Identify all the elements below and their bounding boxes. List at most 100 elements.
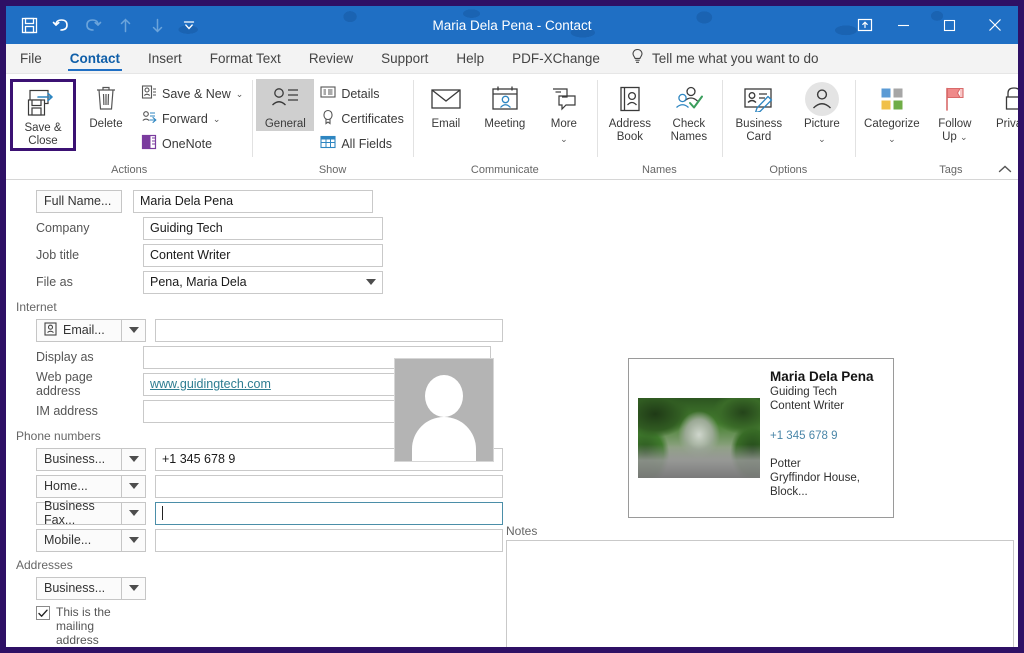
full-name-button[interactable]: Full Name... [36,189,122,213]
tab-format-text[interactable]: Format Text [196,44,295,73]
check-names-label: Check Names [670,118,708,143]
chevron-down-icon [128,483,139,489]
tell-me-search[interactable]: Tell me what you want to do [614,44,819,73]
chevron-down-icon[interactable]: ⌄ [236,89,244,100]
email-type-button[interactable]: Email... [36,318,122,342]
tab-pdf-xchange[interactable]: PDF-XChange [498,44,614,73]
show-small-buttons: Details Certificates All Fields [315,79,409,156]
address-type-dropdown[interactable] [122,576,146,600]
tab-contact[interactable]: Contact [56,44,134,73]
address-book-button[interactable]: Address Book [601,79,659,143]
file-as-combobox[interactable]: Pena, Maria Dela [143,270,383,294]
business-card-label: Business Card [735,118,783,143]
email-type-dropdown[interactable] [122,318,146,342]
private-button[interactable]: Private [985,79,1018,131]
tell-me-placeholder: Tell me what you want to do [651,51,819,66]
phone-mobile-type-button[interactable]: Mobile... [36,528,122,552]
web-page-label: Web page address [36,370,93,398]
general-button[interactable]: General [256,79,315,131]
check-names-button[interactable]: Check Names [660,79,718,143]
business-card-preview[interactable]: Maria Dela Pena Guiding Tech Content Wri… [628,358,894,518]
certificate-icon [320,109,336,130]
undo-icon[interactable] [46,11,76,39]
phone-business-dropdown[interactable] [122,447,146,471]
phone-home-dropdown[interactable] [122,474,146,498]
address-type-button[interactable]: Business... [36,576,122,600]
tab-review[interactable]: Review [295,44,367,73]
follow-up-button[interactable]: Follow Up ⌄ [926,79,984,143]
business-card-name: Maria Dela Pena [770,369,874,384]
picture-button[interactable]: Picture ⌄ [793,79,851,145]
follow-up-label: Follow Up ⌄ [938,118,972,143]
save-and-close-button[interactable]: Save & Close [14,83,72,147]
job-title-label: Job title [36,248,80,262]
full-name-input[interactable]: Maria Dela Pena [133,189,373,213]
save-and-new-icon [141,84,157,105]
job-title-input[interactable]: Content Writer [143,243,383,267]
business-card-address: Potter Gryffindor House, Block... [770,457,884,499]
phone-business-type-button[interactable]: Business... [36,447,122,471]
phone-business-fax-type-button[interactable]: Business Fax... [36,499,122,527]
details-icon [320,85,336,104]
company-input[interactable]: Guiding Tech [143,216,383,240]
lightbulb-icon [630,48,645,70]
tab-support[interactable]: Support [367,44,442,73]
business-card-photo [638,398,760,478]
categorize-button[interactable]: Categorize ⌄ [859,79,925,145]
notes-input[interactable] [506,540,1014,647]
more-icon [550,83,578,115]
ribbon-display-options-icon[interactable] [850,12,880,38]
more-button[interactable]: More ⌄ [535,79,593,145]
trash-icon [95,83,117,115]
tab-insert[interactable]: Insert [134,44,196,73]
close-icon[interactable] [972,6,1018,44]
email-button[interactable]: Email [417,79,475,131]
email-icon [430,83,462,115]
chevron-down-icon[interactable]: ⌄ [888,134,896,145]
all-fields-button[interactable]: All Fields [315,132,409,156]
collapse-ribbon-icon[interactable] [998,164,1012,177]
forward-label: Forward [162,112,208,126]
phone-business-fax-dropdown[interactable] [122,501,146,525]
save-and-new-button[interactable]: Save & New ⌄ [136,82,248,106]
forward-button[interactable]: Forward ⌄ [136,107,248,131]
mailing-address-checkbox[interactable] [36,606,50,620]
email-input[interactable] [155,318,503,342]
business-card-button[interactable]: Business Card [726,79,792,143]
web-page-link[interactable]: www.guidingtech.com [150,377,271,391]
maximize-icon[interactable] [926,6,972,44]
tab-help[interactable]: Help [442,44,498,73]
phone-mobile-input[interactable] [155,528,503,552]
full-name-row: Full Name... Maria Dela Pena [14,188,1008,214]
contact-photo-placeholder[interactable] [394,358,494,462]
lock-icon [1002,83,1018,115]
onenote-icon [141,134,157,155]
tab-file[interactable]: File [6,44,56,73]
details-button[interactable]: Details [315,82,409,106]
business-card-address-line2: Gryffindor House, Block... [770,472,860,498]
check-names-icon [674,83,704,115]
phone-business-fax-input[interactable] [155,501,503,525]
group-label-names: Names [641,164,677,176]
certificates-button[interactable]: Certificates [315,107,409,131]
chevron-down-icon[interactable]: ⌄ [213,114,221,125]
customize-quick-access-toolbar-icon[interactable] [174,11,204,39]
onenote-button[interactable]: OneNote [136,132,248,156]
minimize-icon[interactable] [880,6,926,44]
meeting-icon [490,83,520,115]
chevron-down-icon[interactable] [366,279,376,285]
delete-button[interactable]: Delete [77,79,135,131]
meeting-label: Meeting [484,118,526,130]
next-item-icon [142,11,172,39]
chevron-down-icon[interactable]: ⌄ [818,134,826,145]
phone-home-type-button[interactable]: Home... [36,474,122,498]
save-icon[interactable] [14,11,44,39]
im-address-label: IM address [36,404,98,418]
file-as-label: File as [36,275,73,289]
phone-home-input[interactable] [155,474,503,498]
chevron-down-icon[interactable]: ⌄ [560,134,568,145]
phone-mobile-dropdown[interactable] [122,528,146,552]
meeting-button[interactable]: Meeting [476,79,534,131]
email-row: Email... [14,317,1008,343]
company-row: Company Guiding Tech [14,215,1008,241]
